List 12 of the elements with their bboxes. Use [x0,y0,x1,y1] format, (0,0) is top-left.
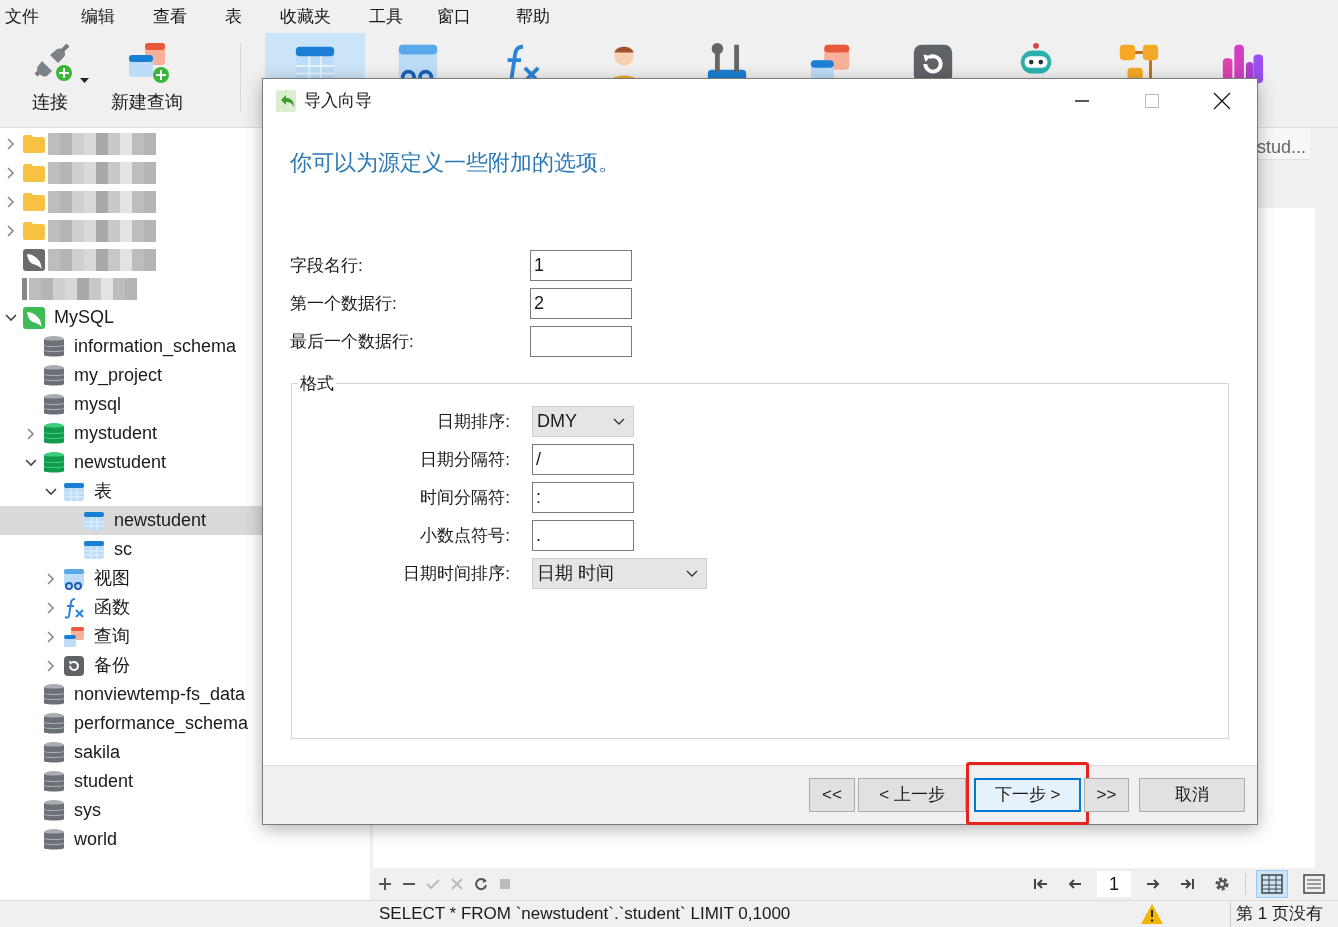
field-label: 日期排序: [436,410,511,433]
page-info: 第 1 页没有 [1230,901,1323,927]
field-label: 最后一个数据行: [290,330,415,353]
sql-text: SELECT * FROM `newstudent`.`student` LIMIT 0,1000 [378,903,792,926]
field-label: 字段名行: [290,254,364,277]
field-label: 日期时间排序: [402,562,511,585]
dialog-title: 导入向导 [304,90,372,113]
field-label: 小数点符号: [419,524,511,547]
dialog-heading: 你可以为源定义一些附加的选项。 [290,149,621,177]
field-label: 日期分隔符: [419,448,511,471]
field-label: 第一个数据行: [290,292,398,315]
field-label: 时间分隔符: [419,486,511,509]
